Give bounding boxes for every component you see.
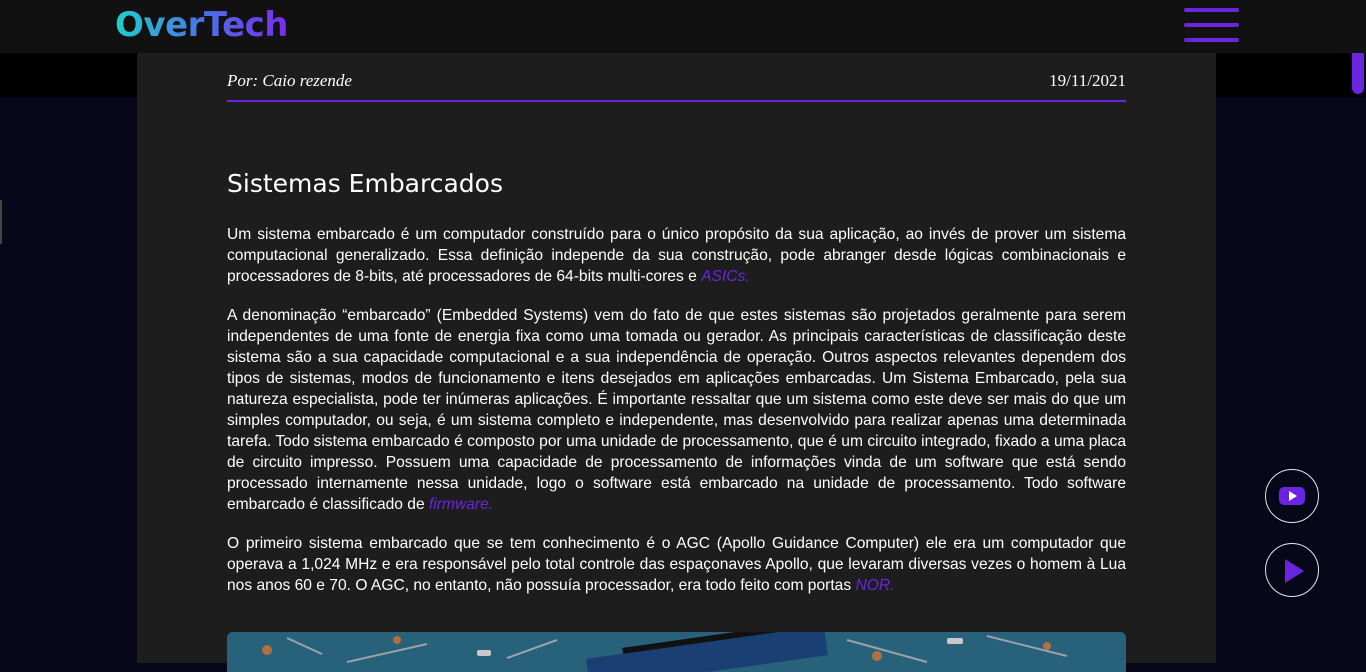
electronics-photo [227, 632, 1126, 672]
article-date: 19/11/2021 [1049, 71, 1126, 90]
hamburger-menu-icon[interactable] [1184, 8, 1239, 44]
edge-marker [0, 200, 2, 244]
youtube-icon [1279, 487, 1305, 505]
paragraph-text: Um sistema embarcado é um computador con… [227, 226, 1126, 285]
page-scrollbar[interactable] [1350, 28, 1366, 663]
menu-line [1184, 23, 1239, 27]
article-paragraph: A denominação “embarcado” (Embedded Syst… [227, 305, 1126, 515]
play-button[interactable] [1265, 543, 1319, 597]
menu-line [1184, 38, 1239, 42]
article-paragraph: O primeiro sistema embarcado que se tem … [227, 533, 1126, 596]
youtube-button[interactable] [1265, 469, 1319, 523]
paragraph-text: O primeiro sistema embarcado que se tem … [227, 535, 1126, 594]
article-meta: Por: Caio rezende 19/11/2021 [227, 69, 1126, 102]
menu-line [1184, 8, 1239, 12]
site-logo[interactable]: OverTech [115, 5, 289, 45]
firmware-link[interactable]: firmware. [429, 496, 493, 513]
asics-link[interactable]: ASICs. [701, 268, 750, 285]
nor-link[interactable]: NOR. [855, 577, 894, 594]
article-image [227, 632, 1126, 672]
article-card: Por: Caio rezende 19/11/2021 Sistemas Em… [137, 53, 1216, 672]
article-paragraph: Um sistema embarcado é um computador con… [227, 224, 1126, 287]
paragraph-text: A denominação “embarcado” (Embedded Syst… [227, 307, 1126, 513]
play-icon [1285, 559, 1304, 583]
article-title: Sistemas Embarcados [227, 169, 503, 198]
article-author: Por: Caio rezende [227, 71, 352, 90]
top-navbar: OverTech [0, 0, 1366, 53]
